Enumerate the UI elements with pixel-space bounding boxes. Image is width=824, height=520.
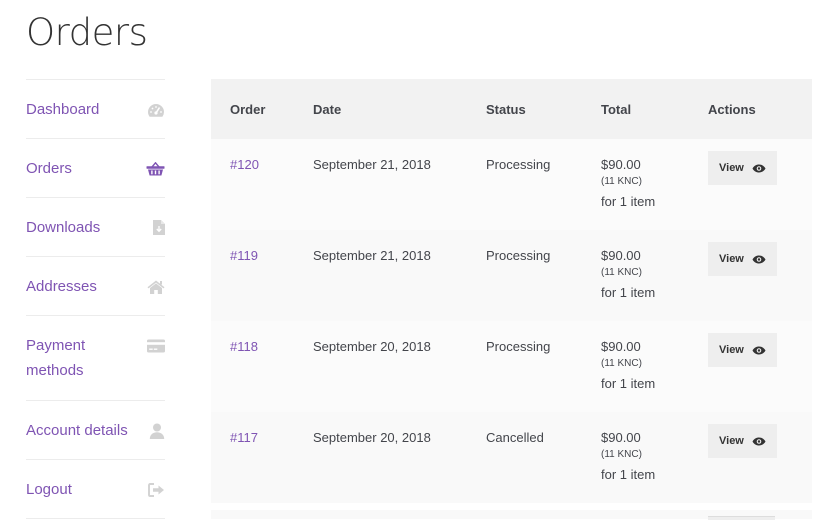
nav-label[interactable]: Account details [26, 418, 136, 443]
column-header-total: Total [582, 79, 689, 139]
order-actions: View [689, 321, 812, 412]
nav-item-orders[interactable]: Orders [26, 139, 165, 198]
order-total-amount: $90.00 [601, 430, 641, 445]
view-order-button-partial[interactable] [708, 516, 775, 520]
view-order-button[interactable]: View [708, 151, 777, 185]
account-navigation: Dashboard Orders Downloads Addresses Pay… [26, 79, 165, 519]
nav-label[interactable]: Orders [26, 156, 136, 181]
basket-icon [145, 156, 165, 181]
column-header-actions: Actions [689, 79, 812, 139]
view-order-button[interactable]: View [708, 333, 777, 367]
order-total: $90.00 (11 KNC) for 1 item [582, 139, 689, 230]
dashboard-icon [145, 97, 165, 122]
view-button-label: View [719, 435, 744, 447]
order-date: September 20, 2018 [294, 412, 467, 503]
nav-label[interactable]: Payment methods [26, 333, 136, 383]
credit-card-icon [145, 333, 165, 358]
table-row: #118 September 20, 2018 Processing $90.0… [211, 321, 812, 412]
orders-table: Order Date Status Total Actions #120 Sep… [211, 79, 812, 503]
order-item-count: for 1 item [601, 285, 656, 300]
order-actions: View [689, 139, 812, 230]
nav-label[interactable]: Downloads [26, 215, 136, 240]
sign-out-icon [145, 477, 165, 502]
order-number-link[interactable]: #117 [230, 430, 258, 445]
order-number-link[interactable]: #119 [230, 248, 258, 263]
order-item-count: for 1 item [601, 467, 656, 482]
order-total-knc: (11 KNC) [601, 267, 642, 278]
order-total-amount: $90.00 [601, 157, 641, 172]
nav-item-downloads[interactable]: Downloads [26, 198, 165, 257]
nav-label[interactable]: Logout [26, 477, 136, 502]
order-total: $90.00 (11 KNC) for 1 item [582, 230, 689, 321]
order-total-knc: (11 KNC) [601, 449, 642, 460]
nav-item-dashboard[interactable]: Dashboard [26, 80, 165, 139]
table-row: #117 September 20, 2018 Cancelled $90.00… [211, 412, 812, 503]
order-actions: View [689, 230, 812, 321]
order-total: $90.00 (11 KNC) for 1 item [582, 321, 689, 412]
page-title: Orders [26, 11, 148, 54]
column-header-date: Date [294, 79, 467, 139]
table-row: #119 September 21, 2018 Processing $90.0… [211, 230, 812, 321]
table-header-row: Order Date Status Total Actions [211, 79, 812, 139]
nav-item-payment-methods[interactable]: Payment methods [26, 316, 165, 401]
nav-item-addresses[interactable]: Addresses [26, 257, 165, 316]
view-button-label: View [719, 162, 744, 174]
home-icon [145, 274, 165, 299]
order-date: September 21, 2018 [294, 230, 467, 321]
order-total-knc: (11 KNC) [601, 358, 642, 369]
order-date: September 21, 2018 [294, 139, 467, 230]
nav-label[interactable]: Addresses [26, 274, 136, 299]
view-order-button[interactable]: View [708, 242, 777, 276]
eye-icon [752, 255, 766, 264]
table-row: #120 September 21, 2018 Processing $90.0… [211, 139, 812, 230]
view-button-label: View [719, 344, 744, 356]
eye-icon [752, 437, 766, 446]
order-item-count: for 1 item [601, 194, 656, 209]
order-total: $90.00 (11 KNC) for 1 item [582, 412, 689, 503]
nav-label[interactable]: Dashboard [26, 97, 136, 122]
order-status: Cancelled [467, 412, 582, 503]
view-order-button[interactable]: View [708, 424, 777, 458]
nav-item-account-details[interactable]: Account details [26, 401, 165, 460]
order-number-link[interactable]: #120 [230, 157, 259, 172]
eye-icon [752, 346, 766, 355]
column-header-status: Status [467, 79, 582, 139]
order-status: Processing [467, 139, 582, 230]
column-header-order: Order [211, 79, 294, 139]
file-download-icon [145, 215, 165, 240]
nav-item-logout[interactable]: Logout [26, 460, 165, 519]
view-button-label: View [719, 253, 744, 265]
order-total-amount: $90.00 [601, 339, 641, 354]
order-status: Processing [467, 230, 582, 321]
eye-icon [752, 164, 766, 173]
order-number-link[interactable]: #118 [230, 339, 258, 354]
order-date: September 20, 2018 [294, 321, 467, 412]
order-total-knc: (11 KNC) [601, 176, 642, 187]
order-total-amount: $90.00 [601, 248, 641, 263]
order-status: Processing [467, 321, 582, 412]
user-icon [145, 418, 165, 443]
order-item-count: for 1 item [601, 376, 656, 391]
order-actions: View [689, 412, 812, 503]
